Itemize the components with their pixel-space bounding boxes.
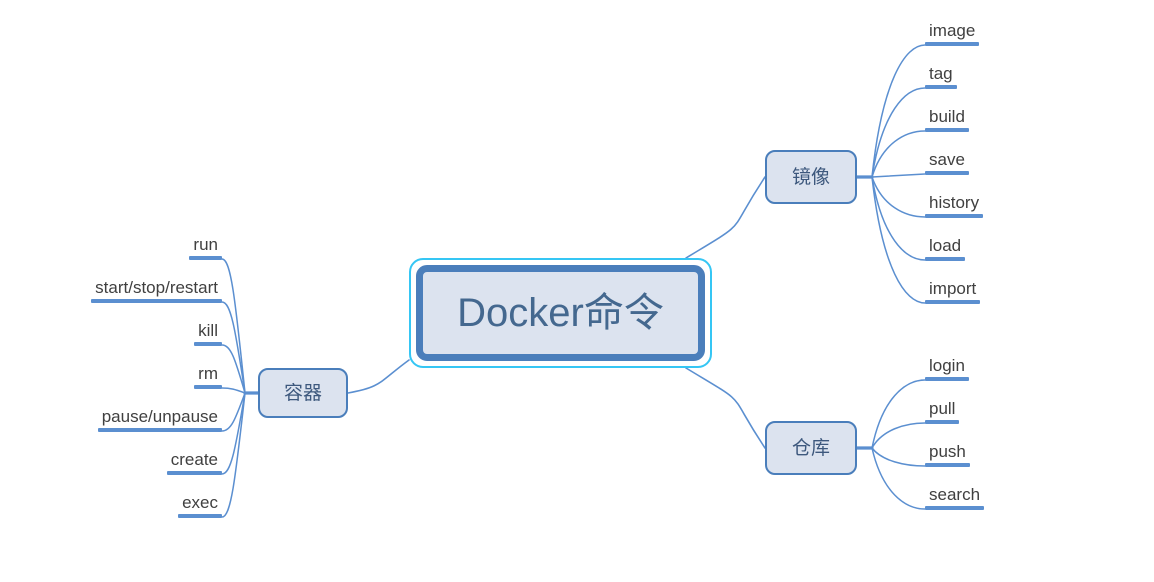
connector-curve — [871, 87, 926, 178]
leaf-label: pause/unpause — [101, 407, 218, 426]
leaf-label: history — [929, 193, 980, 212]
leaf-label: push — [929, 442, 966, 461]
leaf-node[interactable]: history — [925, 193, 984, 219]
leaf-underline — [189, 256, 222, 261]
leaf-label: exec — [182, 493, 218, 512]
leaf-node[interactable]: pull — [925, 399, 960, 425]
mindmap-canvas: Docker命令 容器 run start/stop/restart kill rm pa… — [0, 0, 1154, 582]
leaf-node[interactable]: image — [925, 21, 980, 47]
branch-node-registry[interactable]: 仓库 — [765, 421, 857, 475]
leaf-label: load — [929, 236, 962, 255]
leaf-underline — [194, 385, 222, 390]
leaf-underline — [925, 171, 969, 176]
leaf-node[interactable]: run — [189, 235, 222, 261]
leaf-underline — [91, 299, 222, 304]
leaf-label: kill — [198, 321, 218, 340]
leaf-node[interactable]: tag — [925, 64, 957, 90]
leaf-node[interactable]: push — [925, 442, 970, 468]
center-node-label: Docker命令 — [457, 291, 664, 335]
leaf-underline — [925, 257, 966, 262]
leaf-underline — [925, 506, 985, 511]
center-node[interactable]: Docker命令 — [409, 258, 712, 368]
branch-node-container[interactable]: 容器 — [258, 368, 348, 418]
leaf-node[interactable]: kill — [194, 321, 222, 347]
leaf-underline — [925, 463, 970, 468]
connector-curve — [221, 387, 246, 394]
branch-node-label: 容器 — [283, 382, 322, 404]
leaf-node[interactable]: login — [925, 356, 969, 382]
leaf-underline — [97, 428, 222, 433]
leaf-underline — [925, 300, 981, 305]
connector-curve — [871, 176, 926, 304]
leaf-label: pull — [929, 399, 956, 418]
leaf-underline — [925, 128, 969, 133]
connector-curve — [685, 367, 766, 449]
leaf-underline — [925, 420, 960, 425]
leaf-underline — [925, 377, 969, 382]
leaf-node[interactable]: exec — [178, 493, 222, 519]
leaf-node[interactable]: pause/unpause — [97, 407, 222, 433]
leaf-node[interactable]: save — [925, 150, 969, 176]
branch-node-label: 镜像 — [791, 166, 830, 188]
connector-curve — [871, 422, 926, 449]
connector-curve — [347, 359, 410, 394]
leaf-label: tag — [929, 64, 953, 83]
leaf-label: rm — [198, 364, 218, 383]
leaf-underline — [925, 214, 984, 219]
leaf-label: save — [929, 150, 965, 169]
leaf-underline — [925, 42, 980, 47]
leaf-label: login — [929, 356, 965, 375]
leaf-node[interactable]: create — [166, 450, 222, 476]
connector-curve — [871, 447, 926, 467]
branch-node-image[interactable]: 镜像 — [765, 150, 857, 204]
leaf-label: start/stop/restart — [95, 278, 218, 297]
leaf-node[interactable]: start/stop/restart — [91, 278, 222, 304]
leaf-underline — [925, 85, 957, 90]
leaf-underline — [194, 342, 222, 347]
connector-curve — [685, 176, 766, 259]
connector-curve — [871, 130, 926, 178]
leaf-node[interactable]: build — [925, 107, 969, 133]
leaf-underline — [166, 471, 222, 476]
leaf-label: create — [170, 450, 218, 469]
leaf-node[interactable]: load — [925, 236, 966, 262]
leaf-label: image — [929, 21, 976, 40]
leaf-node[interactable]: rm — [194, 364, 222, 390]
leaf-label: import — [929, 279, 977, 298]
connector-curve — [221, 392, 246, 475]
leaf-node[interactable]: import — [925, 279, 981, 305]
leaf-label: run — [193, 235, 218, 254]
leaf-node[interactable]: search — [925, 485, 985, 511]
connector-curve — [871, 447, 926, 510]
leaf-label: search — [929, 485, 981, 504]
leaf-underline — [178, 514, 222, 519]
branch-node-label: 仓库 — [791, 437, 830, 459]
connector-curve — [871, 176, 926, 261]
leaf-label: build — [929, 107, 965, 126]
connector-curve — [871, 173, 926, 178]
